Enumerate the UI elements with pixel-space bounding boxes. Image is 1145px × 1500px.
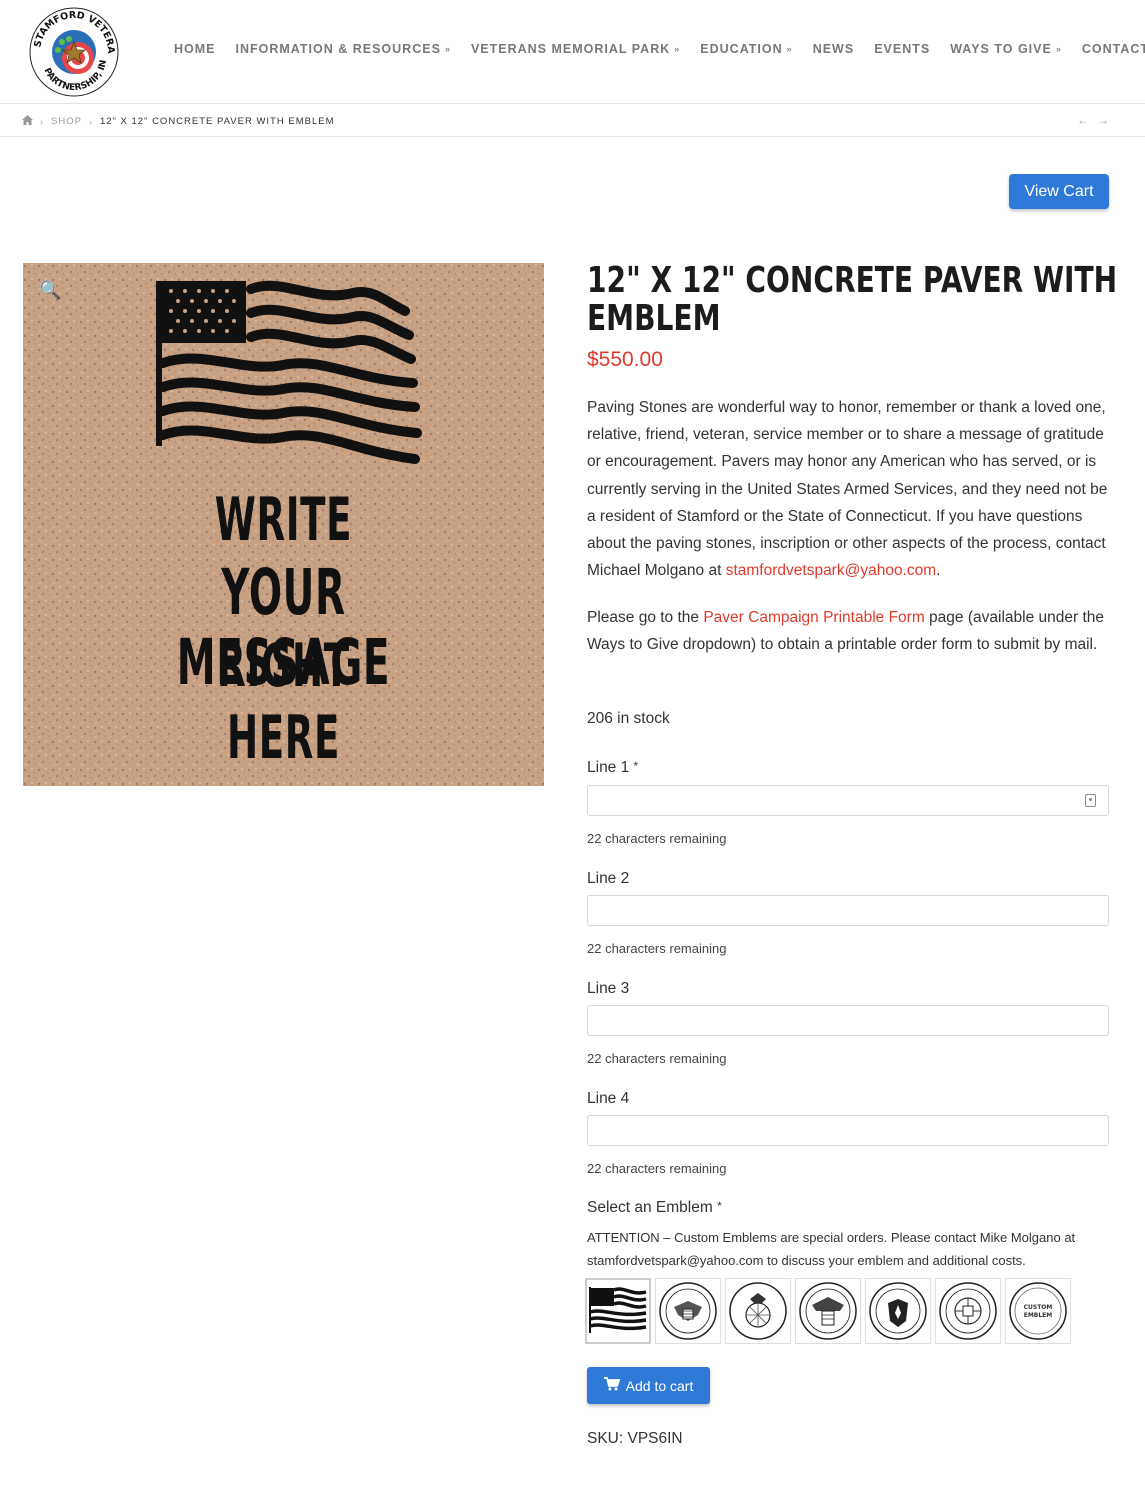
emblem-option-flag[interactable] <box>585 1278 651 1344</box>
chevron-right-icon: › <box>40 116 44 127</box>
breadcrumb: › SHOP › 12" X 12" CONCRETE PAVER WITH E… <box>22 115 334 128</box>
chevron-down-icon: » <box>786 44 793 54</box>
svg-text:EMBLEM: EMBLEM <box>1024 1312 1053 1319</box>
chevron-right-icon: › <box>88 116 93 127</box>
paver-line-1: WRITE <box>214 485 353 555</box>
nav-item-education[interactable]: EDUCATION» <box>690 42 802 56</box>
next-arrow-icon[interactable]: → <box>1097 113 1109 127</box>
line-4-input[interactable] <box>587 1115 1109 1146</box>
breadcrumb-shop-link[interactable]: SHOP <box>51 116 82 127</box>
breadcrumb-current: 12" X 12" CONCRETE PAVER WITH EMBLEM <box>99 116 335 127</box>
line-1-input[interactable] <box>587 785 1109 816</box>
coast-guard-emblem-icon <box>939 1282 997 1340</box>
add-to-cart-label: Add to cart <box>625 1377 694 1394</box>
custom-emblem-icon: CUSTOM EMBLEM <box>1009 1282 1067 1340</box>
nav-item-ways-to-give[interactable]: WAYS TO GIVE» <box>940 42 1072 56</box>
emblem-picker: CUSTOM EMBLEM <box>585 1278 1071 1344</box>
cart-icon <box>603 1377 620 1394</box>
view-cart-button[interactable]: View Cart <box>1009 174 1109 209</box>
line-2-remaining: 22 characters remaining <box>587 941 727 956</box>
email-link[interactable]: stamfordvetspark@yahoo.com <box>726 562 936 579</box>
line-1-remaining: 22 characters remaining <box>587 831 727 846</box>
nav-item-veterans-memorial-park[interactable]: VETERANS MEMORIAL PARK» <box>461 42 690 56</box>
chevron-down-icon: » <box>674 44 681 54</box>
line-4-remaining: 22 characters remaining <box>587 1161 727 1176</box>
nav-item-news[interactable]: NEWS <box>803 42 865 56</box>
emblem-option-coast-guard[interactable] <box>935 1278 1001 1344</box>
nav-item-information-resources[interactable]: INFORMATION & RESOURCES» <box>226 42 461 56</box>
printable-form-note: Please go to the Paver Campaign Printabl… <box>587 609 1104 654</box>
svg-text:CUSTOM: CUSTOM <box>1024 1304 1053 1311</box>
product-title-line-1: 12" X 12" CONCRETE PAVER WITH <box>587 260 1118 301</box>
site-header: STAMFORD VETERANS PARK PARTNERSHIP, INC.… <box>0 0 1145 104</box>
chevron-down-icon: » <box>1055 44 1062 54</box>
zoom-icon[interactable]: 🔍 <box>39 280 61 301</box>
emblem-option-army[interactable] <box>655 1278 721 1344</box>
product-title: 12" X 12" CONCRETE PAVER WITH EMBLEM <box>587 262 1133 338</box>
navy-emblem-icon <box>799 1282 857 1340</box>
previous-arrow-icon[interactable]: ← <box>1077 113 1089 127</box>
emblem-option-custom[interactable]: CUSTOM EMBLEM <box>1005 1278 1071 1344</box>
chevron-down-icon: » <box>444 44 451 54</box>
line-1-label: Line 1 * <box>587 759 639 776</box>
product-sku: SKU: VPS6IN <box>587 1430 683 1447</box>
breadcrumb-bar: › SHOP › 12" X 12" CONCRETE PAVER WITH E… <box>0 105 1145 137</box>
emblem-label: Select an Emblem * <box>587 1199 722 1216</box>
air-force-emblem-icon <box>869 1282 927 1340</box>
nav-item-home[interactable]: HOME <box>164 42 226 56</box>
add-to-cart-button[interactable]: Add to cart <box>587 1367 710 1404</box>
emblem-option-navy[interactable] <box>795 1278 861 1344</box>
product-pager: ← → <box>1077 113 1109 127</box>
flag-emblem-icon <box>589 1287 647 1333</box>
stock-status: 206 in stock <box>587 710 670 727</box>
custom-emblem-notice: ATTENTION – Custom Emblems are special o… <box>587 1230 1076 1268</box>
emblem-option-marines[interactable] <box>725 1278 791 1344</box>
product-image[interactable]: 🔍 WRITE YOUR MESSAGE RIGHT HERE <box>23 263 544 786</box>
printable-form-link[interactable]: Paver Campaign Printable Form <box>703 609 924 626</box>
product-description: Paving Stones are wonderful way to honor… <box>587 399 1108 580</box>
site-logo[interactable]: STAMFORD VETERANS PARK PARTNERSHIP, INC. <box>24 0 120 98</box>
emblem-option-air-force[interactable] <box>865 1278 931 1344</box>
line-4-label: Line 4 <box>587 1090 630 1107</box>
autofill-icon[interactable] <box>1085 794 1096 807</box>
line-3-label: Line 3 <box>587 980 630 997</box>
nav-item-events[interactable]: EVENTS <box>864 42 940 56</box>
line-2-label: Line 2 <box>587 870 630 887</box>
line-3-remaining: 22 characters remaining <box>587 1051 727 1066</box>
line-3-input[interactable] <box>587 1005 1109 1036</box>
product-price: $550.00 <box>587 348 663 371</box>
nav-item-contact[interactable]: CONTACT <box>1072 42 1145 56</box>
marines-emblem-icon <box>729 1282 787 1340</box>
main-nav: HOME INFORMATION & RESOURCES» VETERANS M… <box>164 42 1145 56</box>
paver-line-4: HERE <box>226 703 341 773</box>
line-2-input[interactable] <box>587 895 1109 926</box>
product-title-line-2: EMBLEM <box>587 298 721 339</box>
army-emblem-icon <box>659 1282 717 1340</box>
home-icon[interactable] <box>22 115 33 128</box>
paver-line-3: RIGHT <box>217 631 350 701</box>
